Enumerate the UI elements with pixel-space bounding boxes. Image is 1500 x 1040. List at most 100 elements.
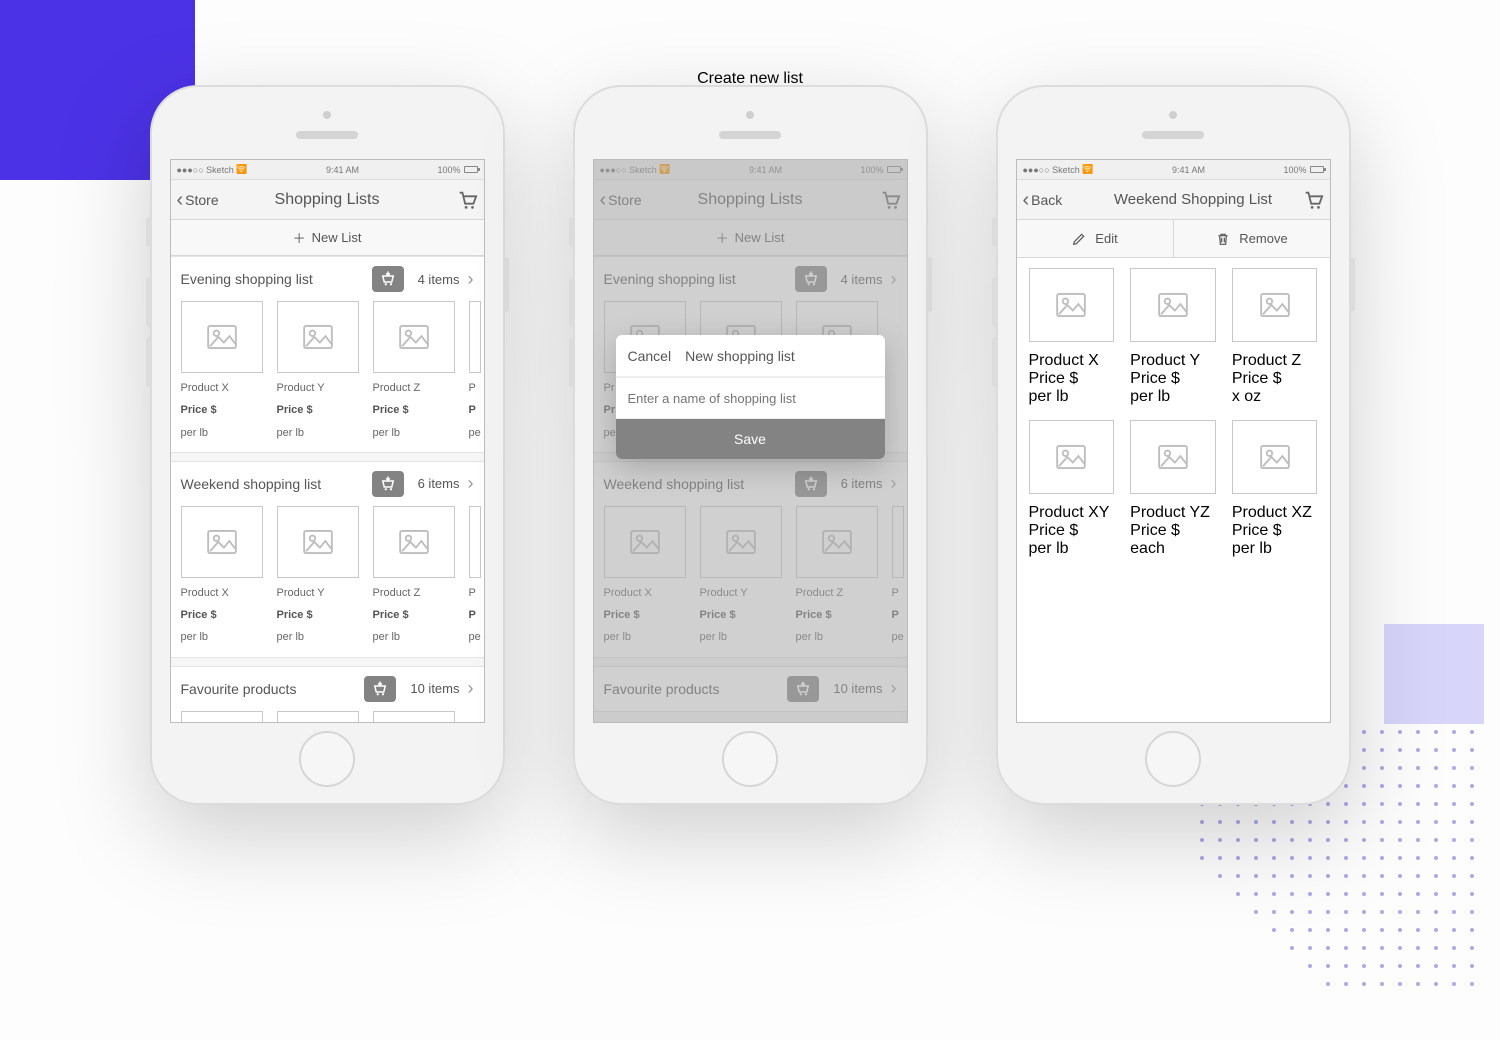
- list-name-input[interactable]: [616, 377, 885, 419]
- section-open-button[interactable]: ›: [468, 269, 474, 290]
- back-label: Store: [185, 192, 218, 208]
- page-title: Weekend Shopping List: [1057, 191, 1330, 208]
- image-placeholder-icon: [399, 325, 429, 349]
- new-list-button[interactable]: ＋ New List: [171, 220, 484, 256]
- product-card[interactable]: Product XY Price $ per lb: [1029, 420, 1115, 558]
- product-card[interactable]: [181, 711, 263, 722]
- product-name: Product YZ: [1130, 504, 1216, 522]
- back-button[interactable]: ‹ Store: [177, 190, 219, 210]
- product-name: Product Z: [1232, 352, 1318, 370]
- save-button[interactable]: Save: [616, 419, 885, 459]
- product-price: Price $: [1130, 370, 1216, 388]
- cart-icon: [456, 189, 478, 211]
- nav-bar: ‹ Store Shopping Lists: [171, 180, 484, 220]
- add-to-cart-icon: [379, 270, 397, 288]
- image-placeholder-icon: [303, 325, 333, 349]
- modal-title: New shopping list: [685, 348, 872, 364]
- cart-button[interactable]: [456, 189, 478, 211]
- product-scroll[interactable]: Product X Price $ per lb Product Y Price…: [171, 506, 484, 657]
- chevron-left-icon: ‹: [177, 190, 184, 210]
- list-actions-toolbar: Edit Remove: [1017, 220, 1330, 258]
- product-card-peek[interactable]: P P pe: [469, 506, 481, 645]
- image-placeholder-icon: [207, 530, 237, 554]
- product-card[interactable]: Product X Price $ per lb: [181, 506, 263, 645]
- pencil-icon: [1071, 231, 1087, 247]
- product-price: Price $: [1232, 522, 1318, 540]
- mockup-list-detail: ●●●○○ Sketch 🛜 9:41 AM 100% ‹ Back Weeke…: [996, 85, 1351, 805]
- chevron-left-icon: ‹: [1023, 190, 1030, 210]
- product-card[interactable]: Product Y Price $ per lb: [1130, 268, 1216, 406]
- edit-label: Edit: [1095, 231, 1117, 246]
- cancel-button[interactable]: Cancel: [628, 348, 672, 364]
- product-price: Price $: [277, 403, 359, 417]
- add-to-cart-icon: [371, 680, 389, 698]
- product-price: Price $: [1130, 522, 1216, 540]
- product-card-peek[interactable]: P P pe: [469, 301, 481, 440]
- add-all-to-cart-button[interactable]: [364, 676, 396, 702]
- product-card[interactable]: Product X Price $ per lb: [1029, 268, 1115, 406]
- product-price: Price $: [1029, 522, 1115, 540]
- product-unit: per lb: [277, 630, 359, 644]
- product-price: Price $: [277, 608, 359, 622]
- chevron-right-icon: ›: [468, 473, 474, 493]
- product-unit: per lb: [373, 630, 455, 644]
- trash-icon: [1215, 231, 1231, 247]
- product-name: Product X: [181, 381, 263, 395]
- list-section: Favourite products 10 items ›: [171, 666, 484, 722]
- chevron-right-icon: ›: [468, 269, 474, 289]
- product-card[interactable]: Product YZ Price $ each: [1130, 420, 1216, 558]
- status-bar: ●●●○○ Sketch 🛜 9:41 AM 100%: [1017, 160, 1330, 180]
- product-card[interactable]: Product Y Price $ per lb: [277, 301, 359, 440]
- status-bar: ●●●○○ Sketch 🛜 9:41 AM 100%: [171, 160, 484, 180]
- product-name: Product Y: [277, 381, 359, 395]
- product-name: P: [469, 586, 481, 600]
- product-unit: per lb: [373, 426, 455, 440]
- product-unit: per lb: [1029, 540, 1115, 558]
- product-card[interactable]: Product X Price $ per lb: [181, 301, 263, 440]
- plus-icon: ＋: [293, 228, 306, 247]
- product-name: Product X: [181, 586, 263, 600]
- list-section: Weekend shopping list 6 items › Product …: [171, 461, 484, 658]
- product-scroll[interactable]: [171, 711, 484, 722]
- remove-label: Remove: [1239, 231, 1287, 246]
- product-card[interactable]: Product Z Price $ per lb: [373, 301, 455, 440]
- item-count: 10 items: [410, 681, 459, 696]
- product-name: Product XY: [1029, 504, 1115, 522]
- remove-button[interactable]: Remove: [1174, 220, 1330, 257]
- product-price: P: [469, 608, 481, 622]
- product-unit: per lb: [181, 426, 263, 440]
- back-button[interactable]: ‹ Back: [1023, 190, 1063, 210]
- product-scroll[interactable]: Product X Price $ per lb Product Y Price…: [171, 301, 484, 452]
- product-card[interactable]: [373, 711, 455, 722]
- product-price: Price $: [1232, 370, 1318, 388]
- new-list-modal: Cancel New shopping list Save: [616, 335, 885, 459]
- mockup-shopping-lists: ●●●○○ Sketch 🛜 9:41 AM 100% ‹ Store Shop…: [150, 85, 505, 805]
- product-unit: each: [1130, 540, 1216, 558]
- product-card[interactable]: Product Z Price $ per lb: [373, 506, 455, 645]
- product-name: P: [469, 381, 481, 395]
- image-placeholder-icon: [1056, 445, 1086, 469]
- section-name: Weekend shopping list: [181, 476, 364, 492]
- image-placeholder-icon: [1158, 293, 1188, 317]
- product-price: Price $: [181, 403, 263, 417]
- cart-button[interactable]: [1302, 189, 1324, 211]
- item-count: 4 items: [418, 272, 460, 287]
- product-card[interactable]: Product XZ Price $ per lb: [1232, 420, 1318, 558]
- image-placeholder-icon: [1260, 445, 1290, 469]
- product-card[interactable]: Product Y Price $ per lb: [277, 506, 359, 645]
- product-unit: x oz: [1232, 388, 1318, 406]
- add-all-to-cart-button[interactable]: [372, 266, 404, 292]
- section-open-button[interactable]: ›: [468, 678, 474, 699]
- product-price: Price $: [181, 608, 263, 622]
- product-card[interactable]: [277, 711, 359, 722]
- add-all-to-cart-button[interactable]: [372, 471, 404, 497]
- image-placeholder-icon: [1260, 293, 1290, 317]
- product-name: Product XZ: [1232, 504, 1318, 522]
- edit-button[interactable]: Edit: [1017, 220, 1174, 257]
- product-name: Product X: [1029, 352, 1115, 370]
- product-name: Product Y: [1130, 352, 1216, 370]
- section-open-button[interactable]: ›: [468, 473, 474, 494]
- image-placeholder-icon: [399, 530, 429, 554]
- product-card[interactable]: Product Z Price $ x oz: [1232, 268, 1318, 406]
- list-section: Evening shopping list 4 items › Product …: [171, 256, 484, 453]
